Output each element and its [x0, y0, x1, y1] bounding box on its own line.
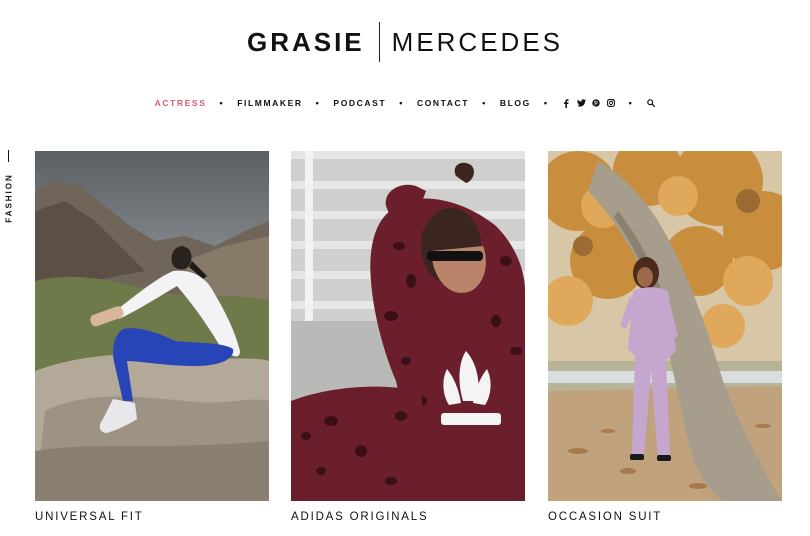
- post-caption[interactable]: OCCASION SUIT: [548, 511, 662, 523]
- nav-item-blog[interactable]: BLOG: [500, 98, 531, 108]
- nav-separator: •: [219, 98, 225, 108]
- logo-first-name: GRASIE: [246, 27, 365, 57]
- category-side-label[interactable]: FASHION: [0, 150, 18, 230]
- nav-separator: •: [628, 98, 634, 108]
- nav-separator: •: [543, 98, 549, 108]
- post-caption[interactable]: UNIVERSAL FIT: [35, 511, 144, 523]
- post-caption[interactable]: ADIDAS ORIGINALS: [291, 511, 428, 523]
- logo-last-name: MERCEDES: [391, 27, 564, 57]
- nav-item-actress[interactable]: ACTRESS: [155, 98, 207, 108]
- nav-item-filmmaker[interactable]: FILMMAKER: [237, 98, 302, 108]
- main-nav: ACTRESS • FILMMAKER • PODCAST • CONTACT …: [0, 96, 810, 110]
- nav-separator: •: [399, 98, 404, 108]
- post-card: ADIDAS ORIGINALS: [291, 151, 525, 523]
- search-icon[interactable]: [646, 99, 655, 108]
- nav-separator: •: [315, 98, 321, 108]
- post-card: OCCASION SUIT: [548, 151, 782, 523]
- logo-divider: [378, 22, 380, 62]
- site-logo[interactable]: GRASIE MERCEDES: [0, 22, 810, 62]
- post-image-universal-fit[interactable]: [35, 151, 269, 501]
- post-image-occasion-suit[interactable]: [548, 151, 782, 501]
- side-label-text: FASHION: [4, 173, 14, 223]
- side-label-rule: [8, 150, 9, 162]
- facebook-icon[interactable]: [562, 98, 571, 108]
- nav-item-podcast[interactable]: PODCAST: [333, 98, 386, 108]
- pinterest-icon[interactable]: [592, 99, 601, 108]
- post-image-adidas-originals[interactable]: [291, 151, 525, 501]
- instagram-icon[interactable]: [607, 99, 616, 108]
- nav-item-contact[interactable]: CONTACT: [417, 98, 469, 108]
- twitter-icon[interactable]: [576, 99, 586, 108]
- social-links: [562, 98, 616, 108]
- nav-separator: •: [482, 98, 487, 108]
- post-card: UNIVERSAL FIT: [35, 151, 269, 523]
